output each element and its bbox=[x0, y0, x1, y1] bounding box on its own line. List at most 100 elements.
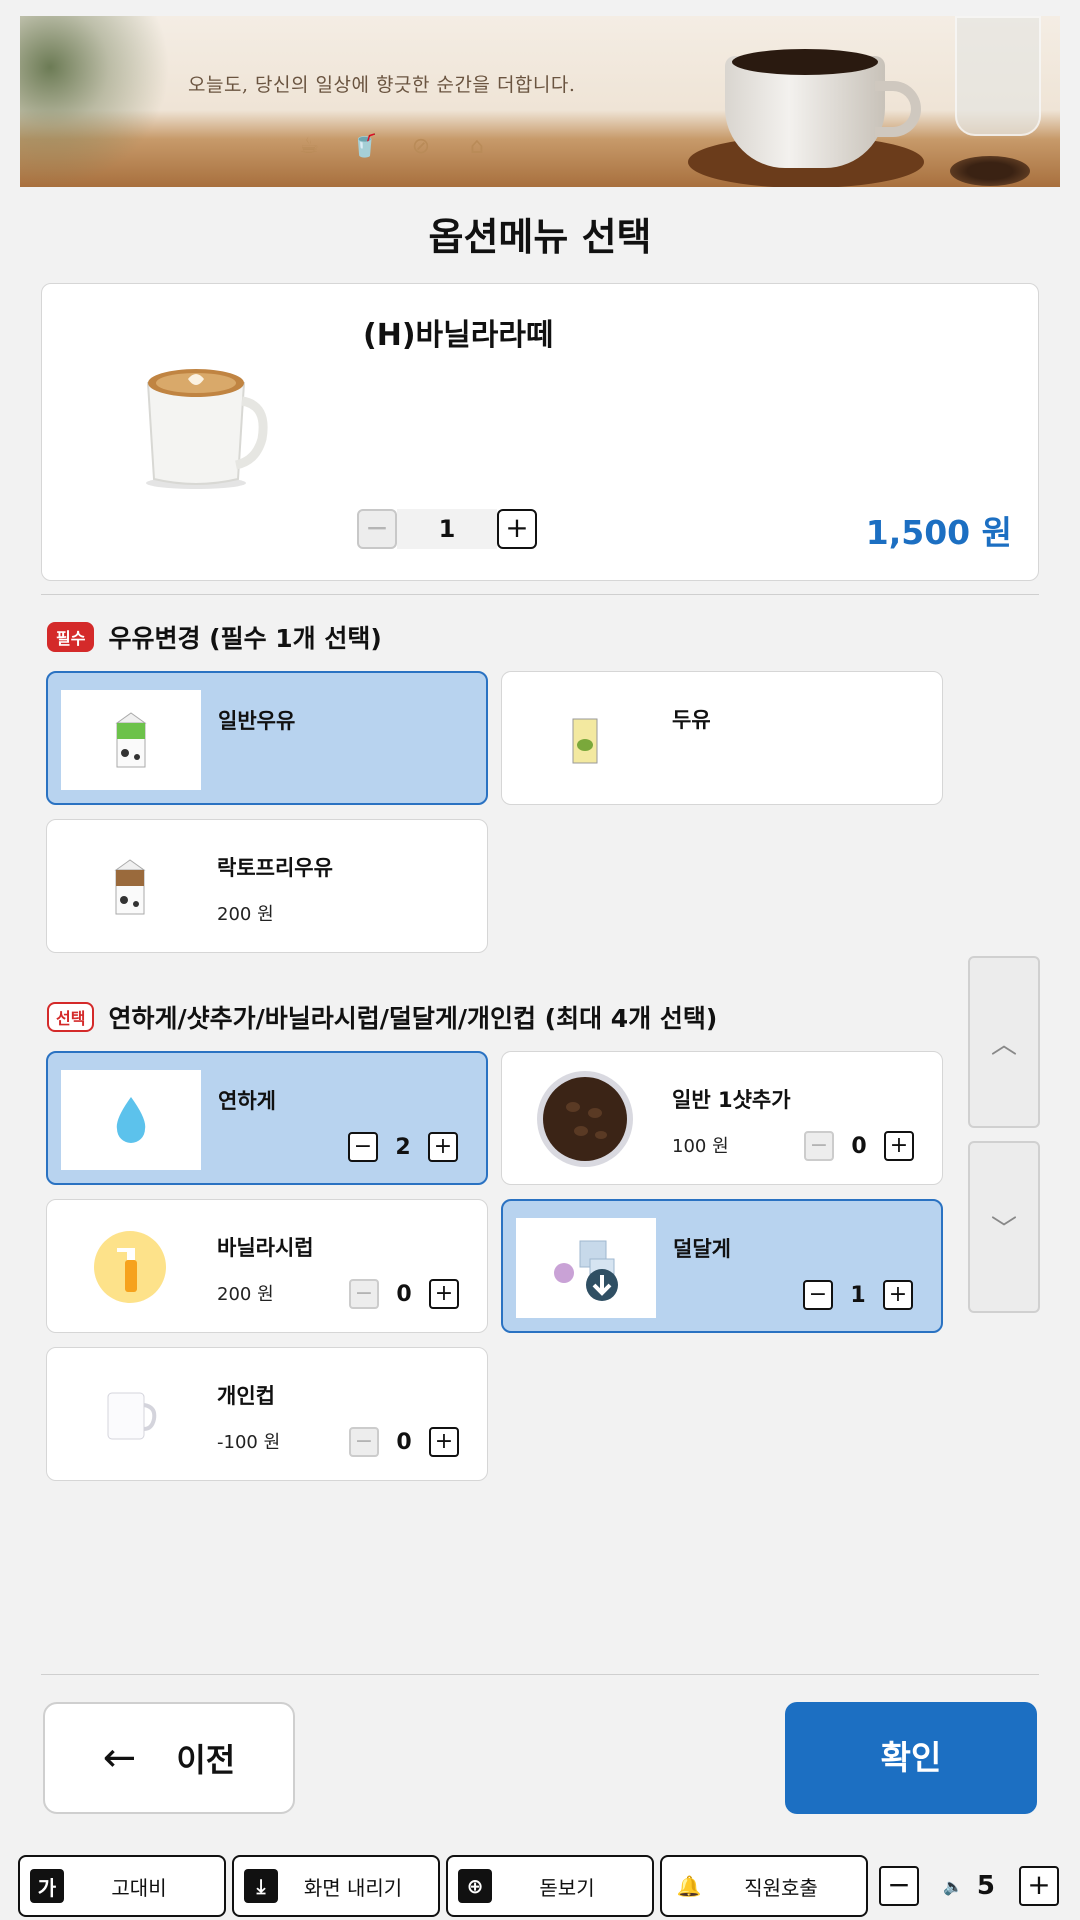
required-badge: 필수 bbox=[47, 622, 95, 652]
product-quantity-value: 1 bbox=[397, 509, 497, 549]
high-contrast-label: 고대비 bbox=[111, 1875, 167, 1900]
option-quantity-stepper: − 1 + bbox=[803, 1280, 913, 1310]
section-header-optional: 선택 연하게/샷추가/바닐라시럽/덜달게/개인컵 (최대 4개 선택) bbox=[47, 999, 717, 1035]
coffee-bean-icon: ⊘ bbox=[411, 134, 431, 159]
high-contrast-button[interactable]: 가 고대비 bbox=[18, 1855, 226, 1917]
milk-carton-image bbox=[61, 690, 201, 790]
page-title: 옵션메뉴 선택 bbox=[428, 215, 652, 259]
banner-icons: ☕ 🥤 ⊘ ⌂ bbox=[295, 133, 491, 161]
option-name: 일반우유 bbox=[218, 709, 296, 733]
arrow-left-icon: ← bbox=[102, 1735, 137, 1781]
option-price: 100 원 bbox=[672, 1136, 729, 1157]
magnifier-icon: ⊕ bbox=[458, 1869, 492, 1903]
banner-tagline: 오늘도, 당신의 일상에 향긋한 순간을 더합니다. bbox=[188, 74, 576, 96]
option-name: 두유 bbox=[672, 708, 711, 732]
confirm-button[interactable]: 확인 bbox=[785, 1702, 1037, 1814]
volume-display: 🔈 5 bbox=[943, 1871, 995, 1901]
magnifier-label: 돋보기 bbox=[539, 1875, 595, 1900]
bell-icon: 🔔 bbox=[672, 1869, 706, 1903]
option-quantity-value: 0 bbox=[396, 1281, 412, 1307]
section-header-required: 필수 우유변경 (필수 1개 선택) bbox=[47, 619, 382, 655]
option-quantity-value: 1 bbox=[850, 1282, 866, 1308]
volume-down-button[interactable]: − bbox=[879, 1866, 919, 1906]
option-name: 연하게 bbox=[218, 1089, 276, 1113]
option-increase-button[interactable]: + bbox=[883, 1280, 913, 1310]
speaker-icon: 🔈 bbox=[942, 1876, 963, 1896]
screen-down-button[interactable]: ⤓ 화면 내리기 bbox=[232, 1855, 440, 1917]
accessibility-toolbar: 가 고대비 ⤓ 화면 내리기 ⊕ 돋보기 🔔 직원호출 − 🔈 5 + bbox=[0, 1855, 1080, 1920]
option-quantity-value: 0 bbox=[396, 1429, 412, 1455]
option-increase-button[interactable]: + bbox=[429, 1427, 459, 1457]
banner-beans bbox=[950, 156, 1030, 186]
product-decrease-button[interactable]: − bbox=[357, 509, 397, 549]
option-card-weaker[interactable]: 연하게 − 2 + bbox=[46, 1051, 488, 1185]
product-quantity-stepper: − 1 + bbox=[357, 509, 537, 549]
lactose-free-milk-image bbox=[60, 837, 200, 937]
coffee-cup-icon: ☕ bbox=[299, 134, 319, 159]
cake-icon: ⌂ bbox=[470, 134, 484, 159]
option-decrease-button[interactable]: − bbox=[348, 1132, 378, 1162]
option-card-vanilla-syrup[interactable]: 바닐라시럽 200 원 − 0 + bbox=[46, 1199, 488, 1333]
option-quantity-stepper: − 0 + bbox=[804, 1131, 914, 1161]
option-price: -100 원 bbox=[217, 1432, 281, 1453]
chevron-up-icon: ︿ bbox=[990, 1029, 1017, 1060]
volume-value: 5 bbox=[976, 1871, 995, 1901]
banner-vase bbox=[955, 16, 1041, 136]
optional-badge: 선택 bbox=[47, 1002, 95, 1032]
magnifier-button[interactable]: ⊕ 돋보기 bbox=[446, 1855, 654, 1917]
plant-shadow bbox=[20, 16, 170, 187]
coffee-beans-image bbox=[515, 1069, 655, 1169]
chevron-down-icon: ﹀ bbox=[990, 1214, 1017, 1245]
volume-up-button[interactable]: + bbox=[1018, 1866, 1059, 1906]
scroll-up-button[interactable]: ︿ bbox=[968, 956, 1040, 1128]
option-increase-button[interactable]: + bbox=[884, 1131, 914, 1161]
section-title-required: 우유변경 (필수 1개 선택) bbox=[108, 624, 382, 653]
high-contrast-icon: 가 bbox=[30, 1869, 64, 1903]
option-quantity-value: 0 bbox=[851, 1133, 867, 1159]
option-decrease-button[interactable]: − bbox=[803, 1280, 833, 1310]
option-increase-button[interactable]: + bbox=[428, 1132, 458, 1162]
syrup-bottle-image bbox=[60, 1217, 200, 1317]
option-price: 200 원 bbox=[217, 904, 274, 925]
takeout-cup-icon: 🥤 bbox=[351, 134, 379, 159]
option-card-extra-shot[interactable]: 일반 1샷추가 100 원 − 0 + bbox=[501, 1051, 943, 1185]
option-quantity-stepper: − 0 + bbox=[349, 1279, 459, 1309]
banner-coffee bbox=[732, 49, 878, 75]
water-drop-image bbox=[61, 1070, 201, 1170]
less-sugar-image bbox=[516, 1218, 656, 1318]
option-card-less-sweet[interactable]: 덜달게 − 1 + bbox=[501, 1199, 943, 1333]
previous-label: 이전 bbox=[176, 1741, 236, 1779]
option-quantity-stepper: − 2 + bbox=[348, 1132, 458, 1162]
option-card-personal-cup[interactable]: 개인컵 -100 원 − 0 + bbox=[46, 1347, 488, 1481]
latte-mug-image bbox=[146, 369, 268, 489]
option-card-soy-milk[interactable]: 두유 bbox=[501, 671, 943, 805]
product-price: 1,500 원 bbox=[865, 513, 1012, 552]
option-name: 덜달게 bbox=[673, 1237, 731, 1261]
screen-down-label: 화면 내리기 bbox=[303, 1875, 403, 1900]
section-title-optional: 연하게/샷추가/바닐라시럽/덜달게/개인컵 (최대 4개 선택) bbox=[108, 1004, 718, 1033]
option-decrease-button[interactable]: − bbox=[349, 1279, 379, 1309]
banner-cup-handle bbox=[875, 81, 921, 137]
option-name: 개인컵 bbox=[217, 1384, 275, 1408]
option-name: 락토프리우유 bbox=[217, 856, 333, 880]
product-card: (H)바닐라라떼 − 1 + 1,500 원 bbox=[41, 283, 1039, 581]
option-price: 200 원 bbox=[217, 1284, 274, 1305]
screen-down-icon: ⤓ bbox=[244, 1869, 278, 1903]
scroll-down-button[interactable]: ﹀ bbox=[968, 1141, 1040, 1313]
option-decrease-button[interactable]: − bbox=[804, 1131, 834, 1161]
staff-call-label: 직원호출 bbox=[744, 1875, 818, 1900]
option-card-regular-milk[interactable]: 일반우유 bbox=[46, 671, 488, 805]
option-quantity-stepper: − 0 + bbox=[349, 1427, 459, 1457]
product-name: (H)바닐라라떼 bbox=[363, 318, 554, 353]
previous-button[interactable]: ← 이전 bbox=[43, 1702, 295, 1814]
option-increase-button[interactable]: + bbox=[429, 1279, 459, 1309]
product-increase-button[interactable]: + bbox=[497, 509, 537, 549]
option-card-lactose-free-milk[interactable]: 락토프리우유 200 원 bbox=[46, 819, 488, 953]
staff-call-button[interactable]: 🔔 직원호출 bbox=[660, 1855, 868, 1917]
top-banner: 오늘도, 당신의 일상에 향긋한 순간을 더합니다. ☕ 🥤 ⊘ ⌂ bbox=[20, 16, 1060, 187]
soy-milk-image bbox=[515, 689, 655, 789]
option-quantity-value: 2 bbox=[395, 1134, 411, 1160]
option-decrease-button[interactable]: − bbox=[349, 1427, 379, 1457]
divider bbox=[41, 1674, 1039, 1675]
personal-mug-image bbox=[60, 1365, 200, 1465]
